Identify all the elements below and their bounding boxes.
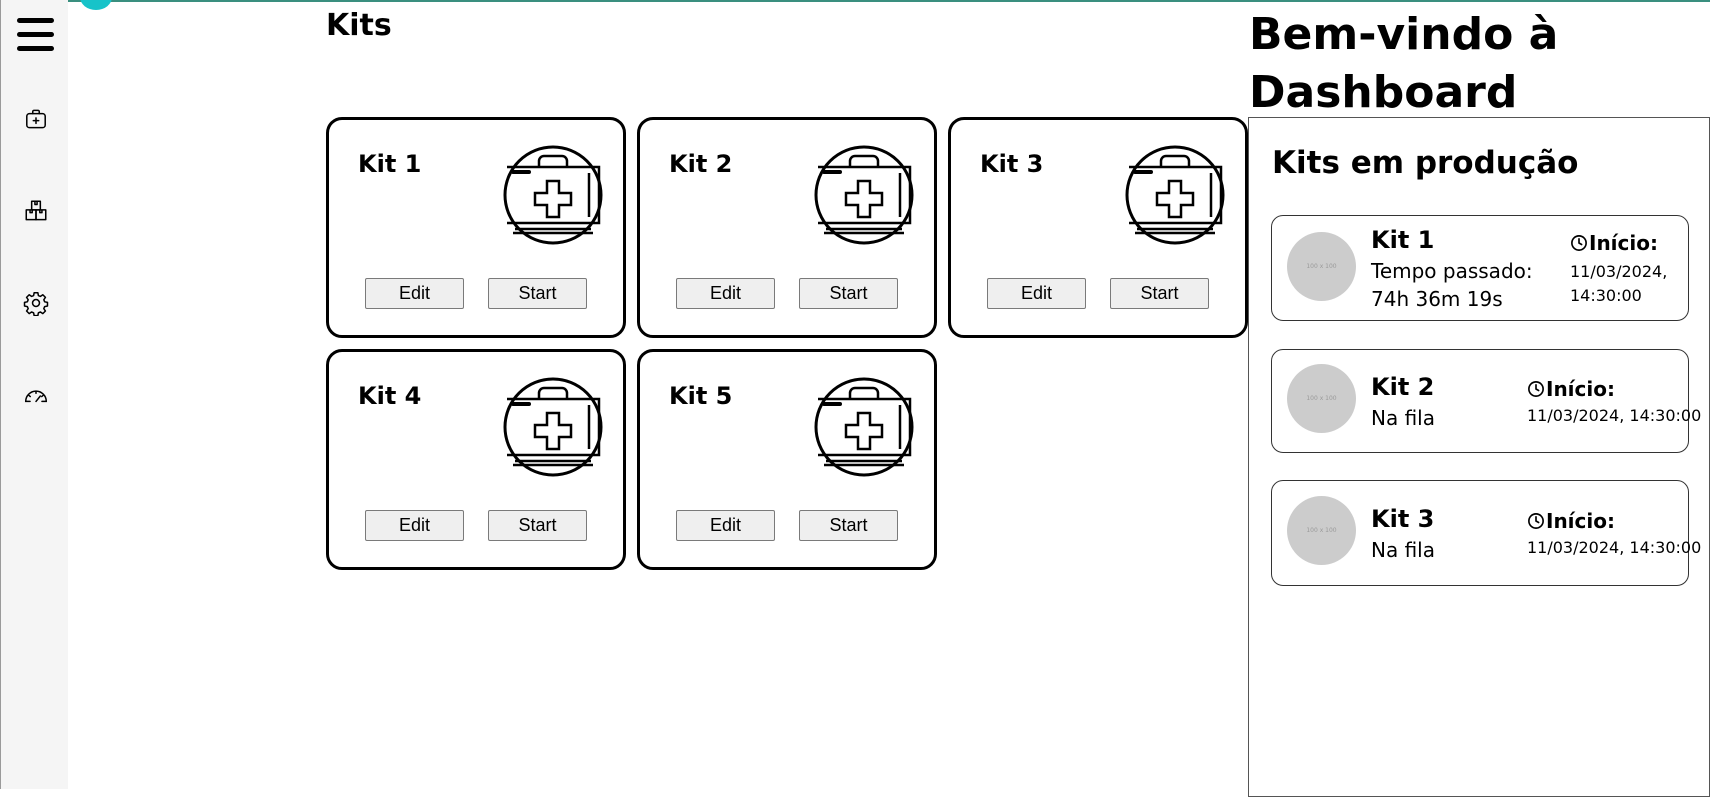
start-date: 11/03/2024, 14:30:00: [1527, 538, 1702, 557]
kit-card: Kit 4 Edit Start: [326, 349, 626, 570]
kit-name: Kit 2: [669, 150, 733, 178]
clock-icon: [1528, 513, 1544, 529]
kit-thumbnail: 100 x 100: [1287, 496, 1356, 565]
sidebar: [0, 0, 68, 789]
page-title: Kits: [326, 8, 392, 43]
welcome-heading: Bem-vindo à Dashboard: [1249, 9, 1559, 118]
gauge-icon[interactable]: [23, 383, 49, 409]
start-date: 11/03/2024, 14:30:00: [1570, 262, 1668, 305]
start-label: Início:: [1527, 376, 1615, 402]
production-kit-name: Kit 2: [1371, 373, 1435, 401]
edit-button[interactable]: Edit: [676, 278, 775, 309]
start-label: Início:: [1570, 230, 1658, 256]
top-border-line: [0, 0, 1710, 2]
hamburger-menu-icon[interactable]: [17, 18, 54, 52]
first-aid-kit-icon: [1125, 145, 1225, 245]
kit-card: Kit 2 Edit Start: [637, 117, 937, 338]
edit-button[interactable]: Edit: [987, 278, 1086, 309]
kit-name: Kit 3: [980, 150, 1044, 178]
start-button[interactable]: Start: [1110, 278, 1209, 309]
production-card[interactable]: 100 x 100 Kit 1 Tempo passado: 74h 36m 1…: [1271, 215, 1689, 321]
kit-name: Kit 5: [669, 382, 733, 410]
teal-circle-decoration: [80, 0, 112, 10]
first-aid-kit-icon: [814, 377, 914, 477]
edit-button[interactable]: Edit: [676, 510, 775, 541]
production-panel: Kits em produção 100 x 100 Kit 1 Tempo p…: [1248, 117, 1710, 797]
first-aid-kit-icon: [503, 377, 603, 477]
kit-card: Kit 5 Edit Start: [637, 349, 937, 570]
start-button[interactable]: Start: [799, 510, 898, 541]
start-date: 11/03/2024, 14:30:00: [1527, 406, 1702, 425]
production-title: Kits em produção: [1272, 145, 1579, 181]
kit-thumbnail: 100 x 100: [1287, 232, 1356, 301]
kit-thumbnail: 100 x 100: [1287, 364, 1356, 433]
clock-icon: [1571, 235, 1587, 251]
production-card[interactable]: 100 x 100 Kit 2 Na fila Início: 11/03/20…: [1271, 349, 1701, 453]
kit-card: Kit 3 Edit Start: [948, 117, 1248, 338]
gear-icon[interactable]: [23, 290, 49, 316]
kit-name: Kit 4: [358, 382, 422, 410]
kit-card: Kit 1 Edit Start: [326, 117, 626, 338]
start-button[interactable]: Start: [488, 278, 587, 309]
production-kit-name: Kit 1: [1371, 226, 1435, 254]
production-status: Tempo passado: 74h 36m 19s: [1371, 259, 1533, 311]
edit-button[interactable]: Edit: [365, 510, 464, 541]
start-label: Início:: [1527, 508, 1615, 534]
production-kit-name: Kit 3: [1371, 505, 1435, 533]
medical-kit-icon[interactable]: [23, 106, 49, 132]
start-button[interactable]: Start: [488, 510, 587, 541]
first-aid-kit-icon: [814, 145, 914, 245]
first-aid-kit-icon: [503, 145, 603, 245]
boxes-icon[interactable]: [23, 198, 49, 224]
edit-button[interactable]: Edit: [365, 278, 464, 309]
start-button[interactable]: Start: [799, 278, 898, 309]
kit-name: Kit 1: [358, 150, 422, 178]
production-card[interactable]: 100 x 100 Kit 3 Na fila Início: 11/03/20…: [1271, 480, 1701, 586]
clock-icon: [1528, 381, 1544, 397]
